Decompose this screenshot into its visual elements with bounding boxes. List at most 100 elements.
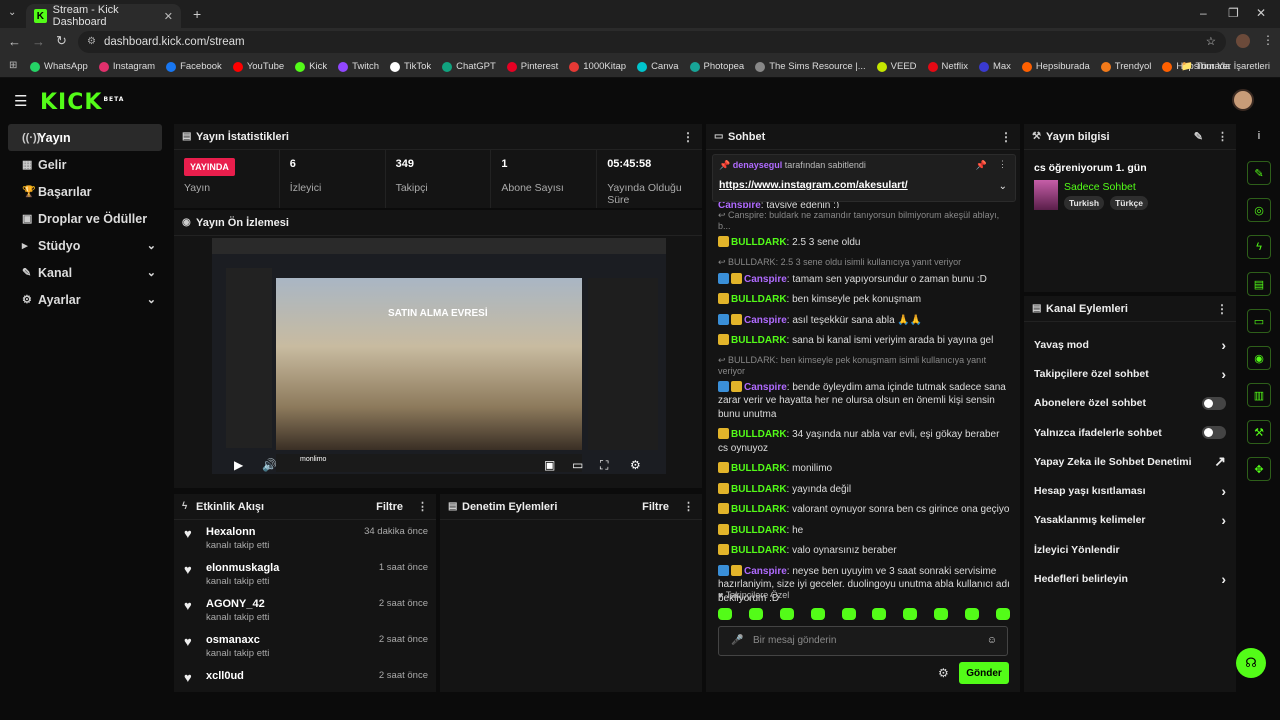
event-username[interactable]: osmanaxc (206, 634, 269, 646)
new-tab-icon[interactable]: + (193, 6, 201, 22)
moderation-menu-icon[interactable]: ⋮ (683, 500, 694, 513)
broadcast-icon[interactable]: ◉ (1247, 346, 1271, 370)
bookmark-star-icon[interactable]: ☆ (1206, 31, 1216, 53)
emote-icon[interactable] (995, 608, 1010, 620)
player-settings-icon[interactable]: ⚙ (630, 458, 641, 472)
apps-grid-icon[interactable]: ⊞ (9, 60, 17, 71)
toggle-switch[interactable] (1202, 396, 1226, 410)
play-icon[interactable]: ▶ (234, 458, 243, 472)
hamburger-menu-icon[interactable]: ☰ (14, 92, 27, 110)
minimize-icon[interactable]: – (1200, 6, 1207, 20)
back-icon[interactable]: ← (8, 34, 21, 49)
chat-username[interactable]: Canspire (744, 382, 787, 393)
bookmark-item[interactable]: WhatsApp (30, 61, 88, 72)
theater-icon[interactable]: ▭ (572, 458, 583, 472)
user-avatar[interactable] (1232, 89, 1254, 111)
bookmark-item[interactable]: Hepsiburada (1021, 61, 1090, 72)
chat-username[interactable]: Canspire (744, 315, 787, 326)
pinned-menu-icon[interactable]: ⋮ (998, 159, 1007, 170)
info-icon[interactable]: i (1247, 124, 1271, 148)
bookmark-item[interactable]: YouTube (232, 61, 284, 72)
channel-action-item[interactable]: Hesap yaşı kısıtlaması › (1024, 476, 1236, 505)
close-tab-icon[interactable]: ✕ (164, 10, 173, 23)
emote-icon[interactable] (748, 608, 763, 620)
bookmark-item[interactable]: Photopea (689, 61, 744, 72)
channel-action-item[interactable]: Yasaklanmış kelimeler › (1024, 506, 1236, 535)
pinned-pin-button[interactable]: 📌 (976, 160, 987, 171)
tag-chip[interactable]: Türkçe (1110, 196, 1148, 210)
chat-settings-icon[interactable]: ⚙ (938, 666, 949, 680)
bookmark-item[interactable]: Pinterest (506, 61, 558, 72)
channel-action-item[interactable]: Yavaş mod › (1024, 330, 1236, 359)
emoji-icon[interactable]: ☺ (987, 627, 997, 655)
channel-action-item[interactable]: Hedefleri belirleyin › (1024, 564, 1236, 593)
apps-icon[interactable]: ✥ (1247, 457, 1271, 481)
chat-username[interactable]: BULLDARK (731, 525, 787, 536)
bookmark-item[interactable]: Instagram (98, 61, 155, 72)
emote-icon[interactable] (872, 608, 887, 620)
emote-icon[interactable] (779, 608, 794, 620)
event-username[interactable]: xcll0ud (206, 670, 244, 682)
bookmark-item[interactable]: Canva (637, 61, 679, 72)
tab-list-icon[interactable]: ⌄ (8, 7, 16, 18)
bookmark-item[interactable]: Kick (295, 61, 327, 72)
pip-icon[interactable]: ▣ (544, 458, 555, 472)
document-icon[interactable]: ▤ (1247, 272, 1271, 296)
target-icon[interactable]: ◎ (1247, 198, 1271, 222)
stats-menu-icon[interactable]: ⋮ (682, 130, 694, 144)
close-window-icon[interactable]: ✕ (1256, 6, 1266, 20)
wrench-icon[interactable]: ⚒ (1247, 420, 1271, 444)
chat-username[interactable]: BULLDARK (731, 335, 787, 346)
bookmark-item[interactable]: VEED (876, 61, 917, 72)
activity-filter-button[interactable]: Filtre (376, 501, 403, 513)
channel-action-item[interactable]: Yalnızca ifadelerle sohbet (1024, 418, 1236, 447)
emote-icon[interactable] (718, 608, 732, 620)
layout-icon[interactable]: ▥ (1247, 383, 1271, 407)
event-username[interactable]: Hexalonn (206, 526, 269, 538)
sidebar-item-5[interactable]: ✎ Kanal ⌄ (8, 259, 162, 286)
emote-icon[interactable] (903, 608, 918, 620)
maximize-icon[interactable]: ❐ (1228, 6, 1239, 20)
bookmark-item[interactable]: Max (978, 61, 1011, 72)
sidebar-item-1[interactable]: ▦ Gelir (8, 151, 162, 178)
channel-action-item[interactable]: Abonelere özel sohbet (1024, 389, 1236, 418)
volume-icon[interactable]: 🔊 (262, 458, 277, 472)
chat-icon[interactable]: ▭ (1247, 309, 1271, 333)
support-button-icon[interactable]: ☊ (1236, 648, 1266, 678)
bookmark-item[interactable]: Trendyol (1100, 61, 1151, 72)
kick-logo[interactable]: KICKBETA (40, 90, 124, 115)
channel-actions-menu-icon[interactable]: ⋮ (1216, 302, 1228, 316)
all-bookmarks[interactable]: 📁 Tüm Yer İşaretleri (1181, 61, 1270, 72)
channel-action-item[interactable]: Yapay Zeka ile Sohbet Denetimi ↗ (1024, 447, 1236, 476)
mic-icon[interactable]: 🎤 (731, 627, 743, 655)
chat-username[interactable]: Canspire (744, 274, 787, 285)
chat-username[interactable]: BULLDARK (731, 429, 787, 440)
pinned-link[interactable]: https://www.instagram.com/akesulart/ (719, 179, 1009, 191)
stream-video[interactable]: SATIN ALMA EVRESİ monlimo (212, 238, 666, 474)
chat-username[interactable]: BULLDARK (731, 237, 787, 248)
toggle-switch[interactable] (1202, 426, 1226, 440)
emote-icon[interactable] (934, 608, 949, 620)
event-username[interactable]: elonmuskagla (206, 562, 279, 574)
channel-action-item[interactable]: İzleyici Yönlendir (1024, 535, 1236, 564)
emote-icon[interactable] (841, 608, 856, 620)
forward-icon[interactable]: → (32, 34, 45, 49)
expand-pinned-icon[interactable]: ⌄ (999, 181, 1007, 192)
chat-username[interactable]: Canspire (744, 566, 787, 577)
chat-username[interactable]: BULLDARK (731, 545, 787, 556)
edit-icon[interactable]: ✎ (1247, 161, 1271, 185)
sidebar-item-6[interactable]: ⚙ Ayarlar ⌄ (8, 286, 162, 313)
emote-icon[interactable] (965, 608, 979, 620)
emote-icon[interactable] (810, 608, 825, 620)
bolt-icon[interactable]: ϟ (1247, 235, 1271, 259)
stream-info-menu-icon[interactable]: ⋮ (1217, 130, 1228, 143)
category-name[interactable]: Sadece Sohbet (1064, 181, 1136, 193)
url-field[interactable]: ⚙ dashboard.kick.com/stream ☆ (78, 31, 1226, 53)
send-button[interactable]: Gönder (959, 662, 1009, 684)
tag-chip[interactable]: Turkish (1064, 196, 1105, 210)
bookmark-item[interactable]: Twitch (338, 61, 379, 72)
menu-icon[interactable]: ⋮ (1262, 33, 1274, 47)
sidebar-item-0[interactable]: ((·)) Yayın (8, 124, 162, 151)
activity-menu-icon[interactable]: ⋮ (417, 500, 428, 513)
chat-input[interactable]: 🎤 Bir mesaj gönderin ☺ (718, 626, 1008, 656)
